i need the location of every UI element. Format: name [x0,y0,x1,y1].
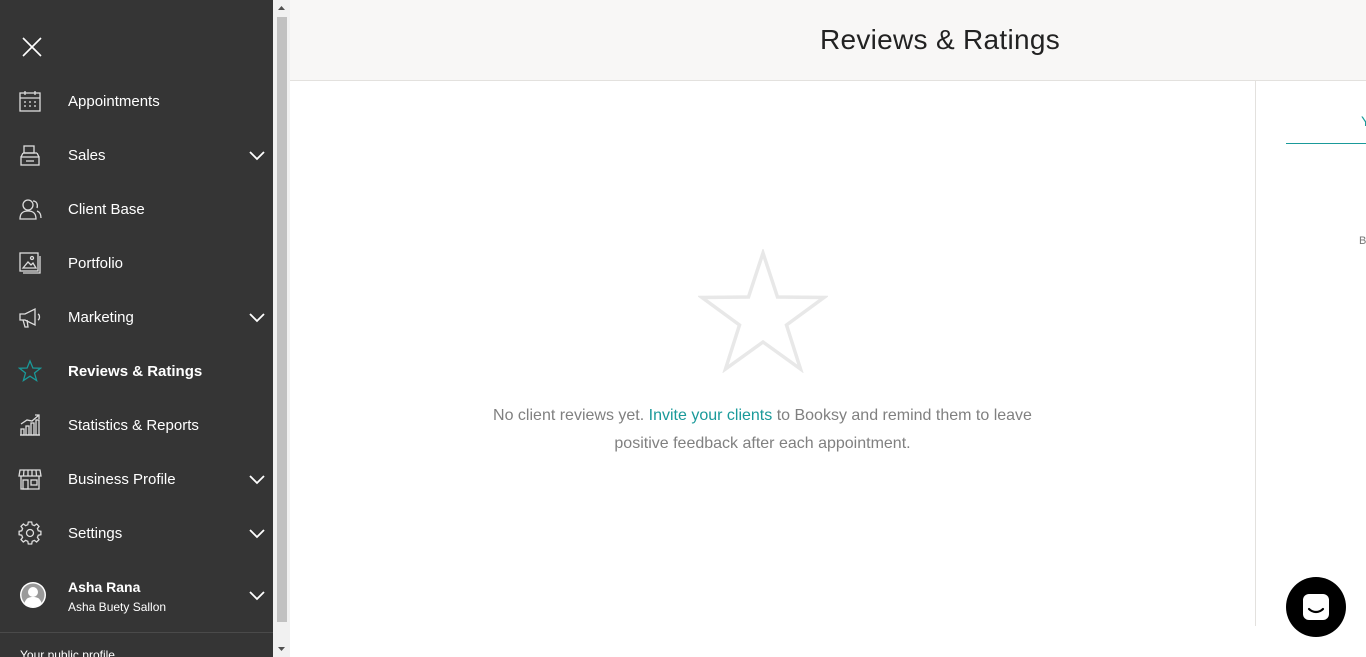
calendar-icon [18,89,42,113]
sidebar-item-label: Client Base [68,200,145,218]
megaphone-icon [18,305,42,329]
avatar-icon [20,582,46,608]
tab-label: Y [1361,113,1366,129]
page-header: Reviews & Ratings [290,0,1366,81]
sidebar-scrollbar[interactable] [273,0,290,657]
cash-register-icon [18,143,42,167]
chevron-down-icon[interactable] [249,525,265,541]
tab-right-panel[interactable]: Y [1286,111,1366,144]
sidebar: Appointments Sales Client Base Portfolio… [0,0,273,657]
star-icon [698,249,828,373]
public-profile-link[interactable]: Your public profile [20,648,115,657]
clients-icon [18,197,42,221]
sidebar-item-reviews-ratings[interactable]: Reviews & Ratings [0,344,273,398]
page-title: Reviews & Ratings [819,24,1061,55]
gear-icon [18,521,42,545]
sidebar-item-label: Portfolio [68,254,124,272]
close-icon[interactable] [20,35,44,59]
chart-icon [18,413,42,437]
chat-launcher-button[interactable] [1286,577,1346,637]
chat-icon [1303,594,1329,620]
star-icon [18,359,42,383]
chevron-down-icon[interactable] [249,587,265,603]
divider [0,632,273,633]
chevron-down-icon[interactable] [249,471,265,487]
sidebar-item-label: Marketing [68,308,134,326]
reviews-empty-state: No client reviews yet. Invite your clien… [290,81,1255,626]
sidebar-item-appointments[interactable]: Appointments [0,74,273,128]
sidebar-item-label: Appointments [68,92,160,110]
sidebar-item-sales[interactable]: Sales [0,128,273,182]
user-name: Asha Rana [68,579,141,595]
chevron-down-icon[interactable] [249,309,265,325]
user-profile-menu[interactable]: Asha Rana Asha Buety Sallon [0,568,273,622]
right-panel: Y B [1255,81,1366,626]
right-panel-label: B [1359,235,1366,247]
chevron-down-icon[interactable] [249,147,265,163]
image-gallery-icon [18,251,42,275]
sidebar-item-label: Settings [68,524,123,542]
sidebar-item-client-base[interactable]: Client Base [0,182,273,236]
storefront-icon [18,467,42,491]
sidebar-item-label: Sales [68,146,106,164]
sidebar-item-business-profile[interactable]: Business Profile [0,452,273,506]
sidebar-item-label: Reviews & Ratings [68,362,203,380]
scroll-up-arrow-icon[interactable] [273,0,290,17]
scroll-down-arrow-icon[interactable] [273,640,290,657]
invite-clients-link[interactable]: Invite your clients [649,407,773,424]
scroll-thumb[interactable] [277,17,287,622]
sidebar-item-label: Business Profile [68,470,176,488]
empty-state-text: No client reviews yet. [493,407,649,424]
sidebar-item-statistics-reports[interactable]: Statistics & Reports [0,398,273,452]
sidebar-item-settings[interactable]: Settings [0,506,273,560]
sidebar-item-portfolio[interactable]: Portfolio [0,236,273,290]
empty-state-message: No client reviews yet. Invite your clien… [490,402,1035,458]
sidebar-item-marketing[interactable]: Marketing [0,290,273,344]
business-name: Asha Buety Sallon [68,600,167,614]
sidebar-item-label: Statistics & Reports [68,416,199,434]
